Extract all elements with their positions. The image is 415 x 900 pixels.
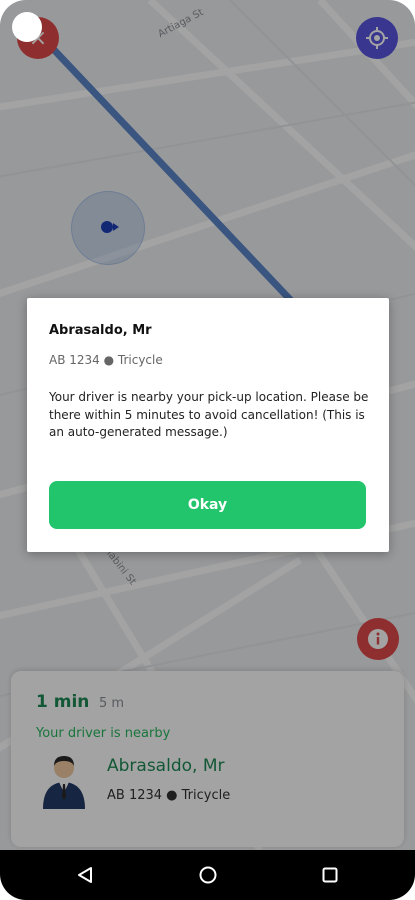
dialog-subtitle: AB 1234 ● Tricycle [49, 353, 163, 367]
dialog-title: Abrasaldo, Mr [49, 323, 152, 338]
back-triangle-icon[interactable] [76, 866, 94, 884]
phone-screen: Artiaga St Mabini St × 1 min 5 m Your dr… [0, 0, 415, 900]
driver-nearby-dialog: Abrasaldo, Mr AB 1234 ● Tricycle Your dr… [27, 298, 389, 552]
home-circle-icon[interactable] [199, 866, 217, 884]
android-nav-bar [0, 850, 415, 900]
okay-button[interactable]: Okay [49, 481, 366, 529]
recents-square-icon[interactable] [322, 867, 338, 883]
dialog-message: Your driver is nearby your pick-up locat… [49, 390, 369, 439]
touch-indicator [12, 12, 42, 42]
